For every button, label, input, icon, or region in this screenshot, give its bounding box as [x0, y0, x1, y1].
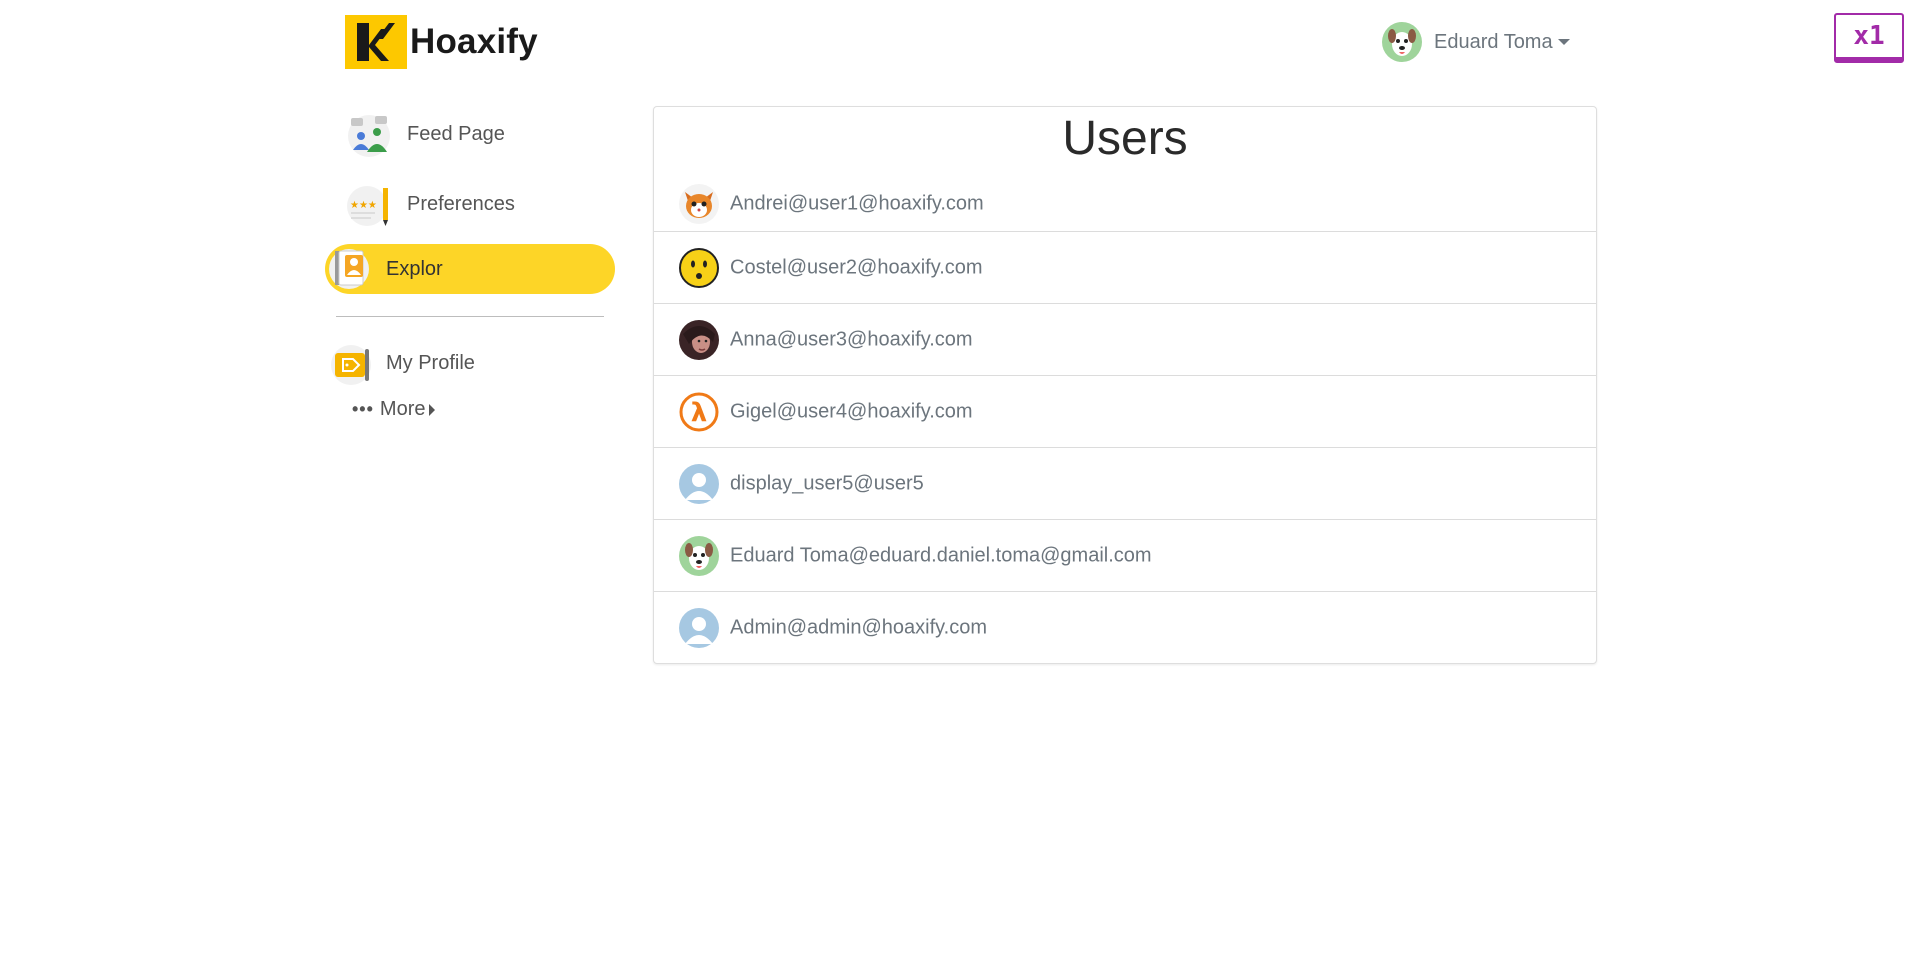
brand-name: Hoaxify — [410, 22, 538, 61]
sidebar-item-my-profile[interactable]: My Profile — [325, 339, 615, 387]
list-item[interactable]: display_user5@user5 — [654, 448, 1596, 520]
profile-tag-icon — [331, 345, 371, 385]
list-item[interactable]: Andrei@user1@hoaxify.com — [654, 177, 1596, 232]
users-list: Andrei@user1@hoaxify.com Costel@user2@ho… — [654, 177, 1596, 663]
list-item[interactable]: Admin@admin@hoaxify.com — [654, 592, 1596, 663]
brand-logo[interactable]: Hoaxify — [345, 15, 538, 69]
dog-avatar-icon — [679, 535, 719, 576]
caret-right-icon — [429, 403, 436, 416]
svg-text:λ: λ — [691, 398, 707, 428]
default-avatar-icon — [679, 607, 719, 648]
more-menu-toggle[interactable]: ••• More — [352, 398, 436, 421]
more-dots-icon: ••• — [352, 399, 374, 419]
users-card: Users Andrei@user1@hoaxify.com Costel@us… — [653, 106, 1597, 664]
dog-avatar-icon — [1382, 22, 1422, 62]
svg-text:★★★: ★★★ — [350, 200, 377, 211]
zoom-badge: x1 — [1834, 13, 1904, 63]
user-handle: display_user5@user5 — [730, 472, 924, 494]
user-handle: Andrei@user1@hoaxify.com — [730, 192, 984, 215]
sidebar-item-label: My Profile — [386, 351, 475, 374]
explore-icon — [329, 249, 369, 289]
sidebar-divider — [336, 316, 604, 317]
list-item[interactable]: Costel@user2@hoaxify.com — [654, 232, 1596, 304]
users-title: Users — [1062, 112, 1188, 165]
user-handle: Anna@user3@hoaxify.com — [730, 328, 973, 350]
user-name: Eduard Toma — [1434, 30, 1553, 53]
more-label: More — [379, 398, 426, 420]
photo-avatar-icon — [679, 319, 719, 360]
preferences-icon: ★★★ — [347, 186, 388, 226]
hoaxify-logo-icon — [345, 15, 407, 69]
sidebar-item-feed-page[interactable]: Feed Page — [325, 110, 615, 158]
list-item[interactable]: λ Gigel@user4@hoaxify.com — [654, 376, 1596, 448]
list-item[interactable]: Eduard Toma@eduard.daniel.toma@gmail.com — [654, 520, 1596, 592]
sidebar: Feed Page ★★★ Preferences Explor My Prof… — [325, 110, 615, 409]
lambda-avatar-icon: λ — [679, 392, 719, 431]
user-menu-dropdown[interactable]: Eduard Toma — [1382, 22, 1570, 62]
default-avatar-icon — [679, 463, 719, 504]
chevron-down-icon — [1557, 39, 1570, 45]
sidebar-item-label: Preferences — [407, 192, 515, 215]
user-handle: Eduard Toma@eduard.daniel.toma@gmail.com — [730, 544, 1152, 566]
list-item[interactable]: Anna@user3@hoaxify.com — [654, 304, 1596, 376]
sidebar-item-label: Explor — [386, 257, 443, 280]
sidebar-item-preferences[interactable]: ★★★ Preferences — [325, 180, 615, 228]
user-handle: Admin@admin@hoaxify.com — [730, 616, 987, 638]
sidebar-item-label: Feed Page — [407, 122, 505, 145]
cat-avatar-icon — [679, 184, 719, 224]
feed-icon — [348, 115, 390, 157]
user-handle: Costel@user2@hoaxify.com — [730, 256, 983, 278]
sidebar-item-explor[interactable]: Explor — [325, 244, 615, 294]
smiley-avatar-icon — [679, 247, 719, 288]
user-handle: Gigel@user4@hoaxify.com — [730, 400, 973, 422]
